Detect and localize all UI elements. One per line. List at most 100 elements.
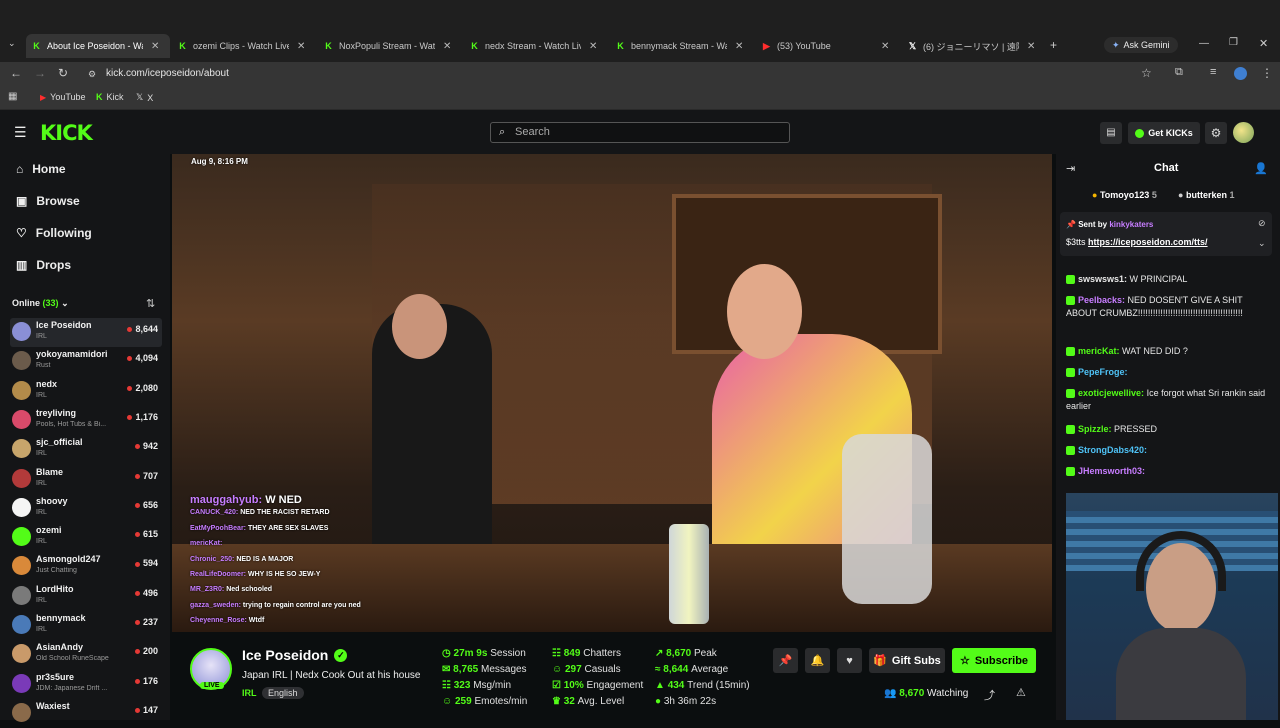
channel-name: bennymack xyxy=(36,613,86,623)
youtube-icon: ▶ xyxy=(40,92,47,102)
sidebar-channel[interactable]: AsianAndy Old School RuneScape 200 xyxy=(10,640,162,669)
stream-category[interactable]: IRL xyxy=(242,688,257,698)
close-icon[interactable]: ✕ xyxy=(589,41,597,52)
minimize-button[interactable]: — xyxy=(1199,38,1209,49)
close-icon[interactable]: ✕ xyxy=(881,41,889,52)
channel-category: IRL xyxy=(36,450,47,458)
chat-message[interactable]: mericKat: WAT NED DID ? xyxy=(1066,345,1272,358)
sidebar-channel[interactable]: nedx IRL 2,080 xyxy=(10,377,162,406)
sidebar-channel[interactable]: Blame IRL 707 xyxy=(10,465,162,494)
video-player[interactable]: Aug 9, 8:16 PM mauggahyub: W NED CANUCK_4… xyxy=(172,154,1052,632)
close-icon[interactable]: ✕ xyxy=(735,41,743,52)
close-icon[interactable]: ✕ xyxy=(1027,41,1035,52)
chat-message[interactable]: exoticjewellive: Ice forgot what Sri ran… xyxy=(1066,387,1272,413)
close-window-button[interactable]: ✕ xyxy=(1259,37,1268,50)
chat-users-icon[interactable]: 👤 xyxy=(1254,162,1268,175)
sort-icon[interactable]: ⇅ xyxy=(146,297,155,310)
live-badge: LIVE xyxy=(200,682,224,689)
sidebar-channel[interactable]: shoovy IRL 656 xyxy=(10,494,162,523)
live-dot-icon xyxy=(134,590,140,596)
media-icon[interactable]: ≡ xyxy=(1210,66,1216,78)
subscriber-badge-icon xyxy=(1066,296,1075,306)
apps-grid-icon[interactable]: ▦ xyxy=(8,91,17,102)
tab-search-icon[interactable]: ⌄ xyxy=(8,38,16,49)
reload-icon[interactable]: ↻ xyxy=(58,66,68,80)
nav-drops[interactable]: ▥ Drops xyxy=(16,258,71,272)
chevron-down-icon[interactable]: ⌄ xyxy=(1258,238,1266,249)
chat-message[interactable]: swswsws1: W PRINCIPAL xyxy=(1066,273,1272,286)
sidebar-channel[interactable]: bennymack IRL 237 xyxy=(10,611,162,640)
kick-logo[interactable]: KICK xyxy=(40,121,93,145)
sidebar-channel[interactable]: LordHito IRL 496 xyxy=(10,582,162,611)
browser-menu-icon[interactable]: ⋮ xyxy=(1261,66,1273,80)
chat-message[interactable]: Peelbacks: NED DOSEN'T GIVE A SHIT ABOUT… xyxy=(1066,294,1272,320)
bookmark-kick[interactable]: K Kick xyxy=(96,92,124,102)
nav-home[interactable]: ⌂ Home xyxy=(16,162,66,176)
sidebar-channel[interactable]: treyliving Pools, Hot Tubs & Bi... 1,176 xyxy=(10,406,162,435)
viewer-count: 615 xyxy=(134,529,158,539)
pin-button[interactable]: 📌 xyxy=(773,648,798,673)
share-icon[interactable]: ⤴ xyxy=(984,687,995,703)
sidebar-channel[interactable]: pr3s5ure JDM: Japanese Drift ... 176 xyxy=(10,670,162,699)
language-tag[interactable]: English xyxy=(262,687,304,699)
hide-icon[interactable]: ⊘ xyxy=(1258,218,1266,229)
nav-following[interactable]: ♡ Following xyxy=(16,226,92,240)
url-bar[interactable]: ⚙ kick.com/iceposeidon/about xyxy=(82,65,1162,83)
collapse-chat-icon[interactable]: ⇥ xyxy=(1066,162,1075,175)
x-icon: 𝕏 xyxy=(908,40,917,51)
channel-avatar xyxy=(12,615,31,634)
layout-toggle-button[interactable]: ▤ xyxy=(1100,122,1122,144)
nav-browse[interactable]: ▣ Browse xyxy=(16,194,80,208)
bookmark-youtube[interactable]: ▶ YouTube xyxy=(40,92,86,102)
sidebar-channel[interactable]: yokoyamamidori Rust 4,094 xyxy=(10,347,162,376)
sidebar-channel[interactable]: ozemi IRL 615 xyxy=(10,523,162,552)
subscribe-button[interactable]: ☆ Subscribe xyxy=(952,648,1036,673)
tab-noxpopuli[interactable]: K NoxPopuli Stream - Watch L ✕ xyxy=(318,34,462,58)
ask-gemini-button[interactable]: ✦ Ask Gemini xyxy=(1104,37,1178,53)
video-scene-person-right-head xyxy=(727,264,802,359)
notification-bell-button[interactable]: 🔔 xyxy=(805,648,830,673)
gift-subs-button[interactable]: 🎁 Gift Subs xyxy=(869,648,945,673)
new-tab-button[interactable]: + xyxy=(1050,38,1057,52)
pinned-message[interactable]: 📌 Sent by kinkykaters $3tts https://icep… xyxy=(1060,212,1272,256)
heart-icon: ♡ xyxy=(16,226,27,240)
close-icon[interactable]: ✕ xyxy=(151,41,159,52)
bookmark-x[interactable]: 𝕏 X xyxy=(136,92,153,103)
tab-youtube[interactable]: ▶ (53) YouTube ✕ xyxy=(756,34,900,58)
user-avatar[interactable] xyxy=(1233,122,1254,143)
maximize-button[interactable]: ❐ xyxy=(1229,37,1238,48)
sidebar-channel[interactable]: Asmongold247 Just Chatting 594 xyxy=(10,552,162,581)
follow-heart-button[interactable]: ♥ xyxy=(837,648,862,673)
sidebar-channel[interactable]: sjc_official IRL 942 xyxy=(10,435,162,464)
tab-nedx[interactable]: K nedx Stream - Watch Live o ✕ xyxy=(464,34,608,58)
report-icon[interactable]: ⚠ xyxy=(1016,686,1026,699)
chat-message[interactable]: StrongDabs420: xyxy=(1066,444,1272,457)
chat-message[interactable]: Spizzle: PRESSED xyxy=(1066,423,1272,436)
close-icon[interactable]: ✕ xyxy=(297,41,305,52)
subscriber-badge-icon xyxy=(1066,446,1075,456)
sidebar-channel[interactable]: Ice Poseidon IRL 8,644 xyxy=(10,318,162,347)
tab-x[interactable]: 𝕏 (6) ジョニーリマソ | 遠隔外国人 ✕ xyxy=(902,34,1046,58)
tab-about-ice-poseidon[interactable]: K About Ice Poseidon - Watch ✕ xyxy=(26,34,170,58)
sidebar-channel[interactable]: Waxiest 147 xyxy=(10,699,162,728)
tab-bennymack[interactable]: K bennymack Stream - Watch ✕ xyxy=(610,34,754,58)
back-icon[interactable]: ← xyxy=(10,66,22,80)
streamer-name[interactable]: Ice Poseidon ✓ xyxy=(242,647,348,663)
channel-avatar xyxy=(12,644,31,664)
site-info-icon[interactable]: ⚙ xyxy=(88,65,96,83)
chat-message[interactable]: JHemsworth03: xyxy=(1066,465,1272,478)
tab-ozemi[interactable]: K ozemi Clips - Watch Live on ✕ xyxy=(172,34,316,58)
hamburger-menu-icon[interactable]: ☰ xyxy=(14,124,27,141)
bookmark-star-icon[interactable]: ☆ xyxy=(1141,66,1152,80)
kick-icon: K xyxy=(617,40,624,51)
get-kicks-button[interactable]: Get KICKs xyxy=(1128,122,1200,144)
online-header[interactable]: Online (33) ⌄ xyxy=(12,298,69,309)
chat-message[interactable]: PepeFroge: xyxy=(1066,366,1272,379)
search-input[interactable]: ⌕ Search xyxy=(490,122,790,143)
profile-avatar[interactable] xyxy=(1234,67,1247,80)
settings-gear-button[interactable]: ⚙ xyxy=(1205,122,1227,144)
forward-icon[interactable]: → xyxy=(34,66,46,80)
close-icon[interactable]: ✕ xyxy=(443,41,451,52)
browse-icon: ▣ xyxy=(16,194,28,208)
extensions-icon[interactable]: ⧉ xyxy=(1175,66,1183,79)
